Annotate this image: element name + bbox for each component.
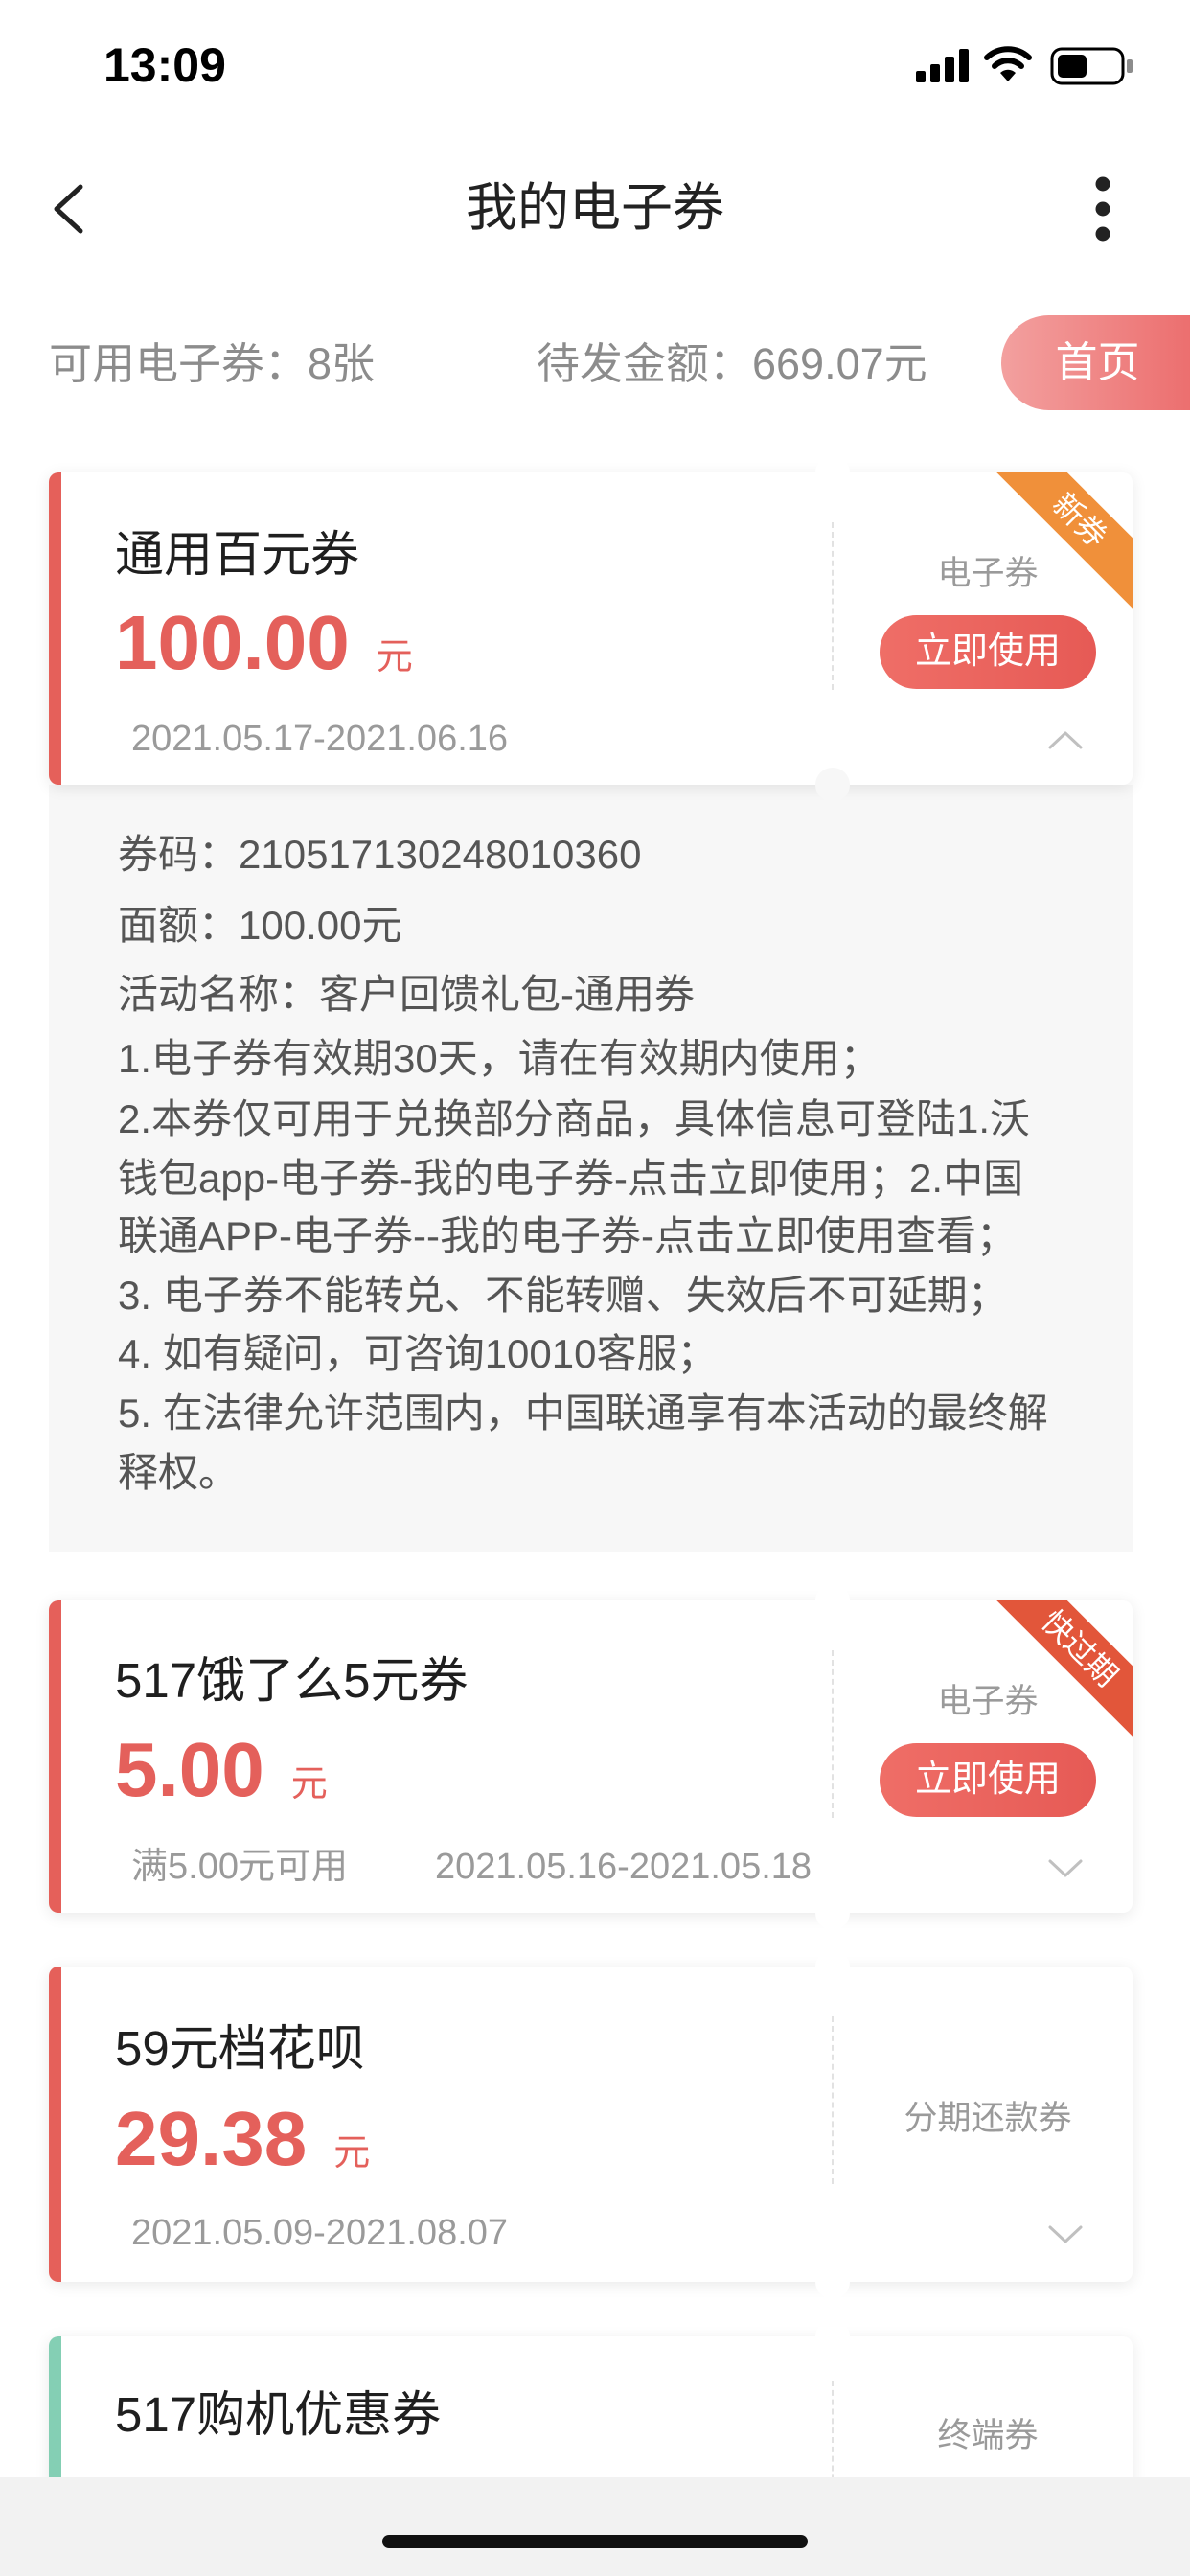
coupon-details-panel: 券码：210517130248010360 面额：100.00元 活动名称：客户…	[49, 785, 1133, 1552]
coupon-title: 517购机优惠券	[115, 2387, 442, 2442]
detail-line: 1.电子券有效期30天，请在有效期内使用；	[118, 1036, 881, 1081]
card-notch	[815, 2319, 850, 2354]
card-accent-bar	[49, 1966, 61, 2282]
detail-line: 活动名称：客户回馈礼包-通用券	[118, 972, 695, 1017]
coupon-validity: 2021.05.17-2021.06.16	[131, 719, 509, 759]
coupon-amount-unit: 元	[333, 2133, 371, 2174]
card-notch	[815, 1896, 850, 1930]
detail-line: 券码：210517130248010360	[118, 832, 642, 877]
coupon-title: 59元档花呗	[115, 2021, 365, 2076]
card-notch	[815, 2265, 850, 2299]
card-accent-bar	[49, 2336, 61, 2499]
pending-amount: 待发金额：669.07元	[537, 339, 927, 388]
card-notch	[815, 1949, 850, 1984]
card-divider	[832, 522, 834, 690]
coupon-card[interactable]: 59元档花呗 29.38 元 2021.05.09-2021.08.07 分期还…	[49, 1949, 1133, 2299]
chevron-up-icon[interactable]	[1047, 729, 1084, 750]
coupon-validity: 2021.05.16-2021.05.18	[435, 1847, 812, 1887]
coupon-title: 517饿了么5元券	[115, 1653, 469, 1708]
ribbon-label: 新券	[973, 472, 1133, 627]
ribbon-label: 快过期	[973, 1600, 1133, 1755]
coupon-ribbon: 新券	[970, 472, 1133, 635]
detail-line: 4. 如有疑问，可咨询10010客服；	[118, 1331, 718, 1376]
coupon-ribbon: 快过期	[970, 1600, 1133, 1763]
card-accent-bar	[49, 1600, 61, 1913]
coupon-type: 终端券	[937, 2417, 1039, 2454]
detail-line: 联通APP-电子券--我的电子券-点击立即使用查看；	[118, 1213, 1017, 1258]
coupon-card[interactable]: 517购机优惠券 终端券	[49, 2319, 1133, 2499]
chevron-down-icon[interactable]	[1047, 2223, 1084, 2244]
detail-line: 5. 在法律允许范围内，中国联通享有本活动的最终解	[118, 1391, 1048, 1436]
coupon-condition: 满5.00元可用	[131, 1847, 348, 1887]
coupon-amount-unit: 元	[376, 637, 413, 678]
detail-line: 钱包app-电子券-我的电子券-点击立即使用；2.中国	[118, 1156, 1024, 1201]
home-button[interactable]: 首页	[1001, 315, 1190, 410]
coupon-amount: 5.00	[115, 1727, 264, 1812]
coupon-amount: 100.00	[115, 600, 350, 685]
battery-icon	[1050, 47, 1133, 85]
coupon-type: 分期还款券	[904, 2100, 1072, 2137]
detail-line: 2.本券仅可用于兑换部分商品，具体信息可登陆1.沃	[118, 1096, 1031, 1141]
available-coupons-count: 可用电子券：8张	[49, 339, 376, 388]
signal-icon	[916, 49, 969, 82]
chevron-down-icon[interactable]	[1047, 1857, 1084, 1878]
coupon-card[interactable]: 通用百元券 100.00 元 2021.05.17-2021.06.16 电子券…	[49, 455, 1133, 802]
card-notch	[815, 455, 850, 490]
home-indicator[interactable]	[382, 2535, 808, 2548]
status-time: 13:09	[103, 38, 226, 92]
bottom-safe-area	[0, 2477, 1190, 2576]
coupon-title: 通用百元券	[115, 527, 360, 582]
page-title: 我的电子券	[466, 179, 724, 237]
coupon-amount-row: 5.00 元	[115, 1726, 328, 1814]
coupon-amount-row: 100.00 元	[115, 599, 413, 687]
detail-line: 3. 电子券不能转兑、不能转赠、失效后不可延期；	[118, 1273, 1008, 1318]
card-divider	[832, 2016, 834, 2184]
wifi-icon	[984, 46, 1032, 81]
detail-line: 面额：100.00元	[118, 903, 402, 948]
more-button[interactable]	[1084, 172, 1122, 245]
coupon-card[interactable]: 517饿了么5元券 5.00 元 满5.00元可用 2021.05.16-202…	[49, 1583, 1133, 1930]
coupon-amount-unit: 元	[290, 1764, 328, 1805]
more-vertical-icon	[1095, 176, 1110, 242]
card-divider	[832, 1650, 834, 1818]
coupon-validity: 2021.05.09-2021.08.07	[131, 2213, 509, 2253]
detail-line: 释权。	[118, 1450, 240, 1495]
card-accent-bar	[49, 472, 61, 785]
coupon-amount-row: 29.38 元	[115, 2095, 370, 2183]
coupon-amount: 29.38	[115, 2096, 308, 2181]
card-notch	[815, 1583, 850, 1618]
card-notch	[815, 768, 850, 802]
